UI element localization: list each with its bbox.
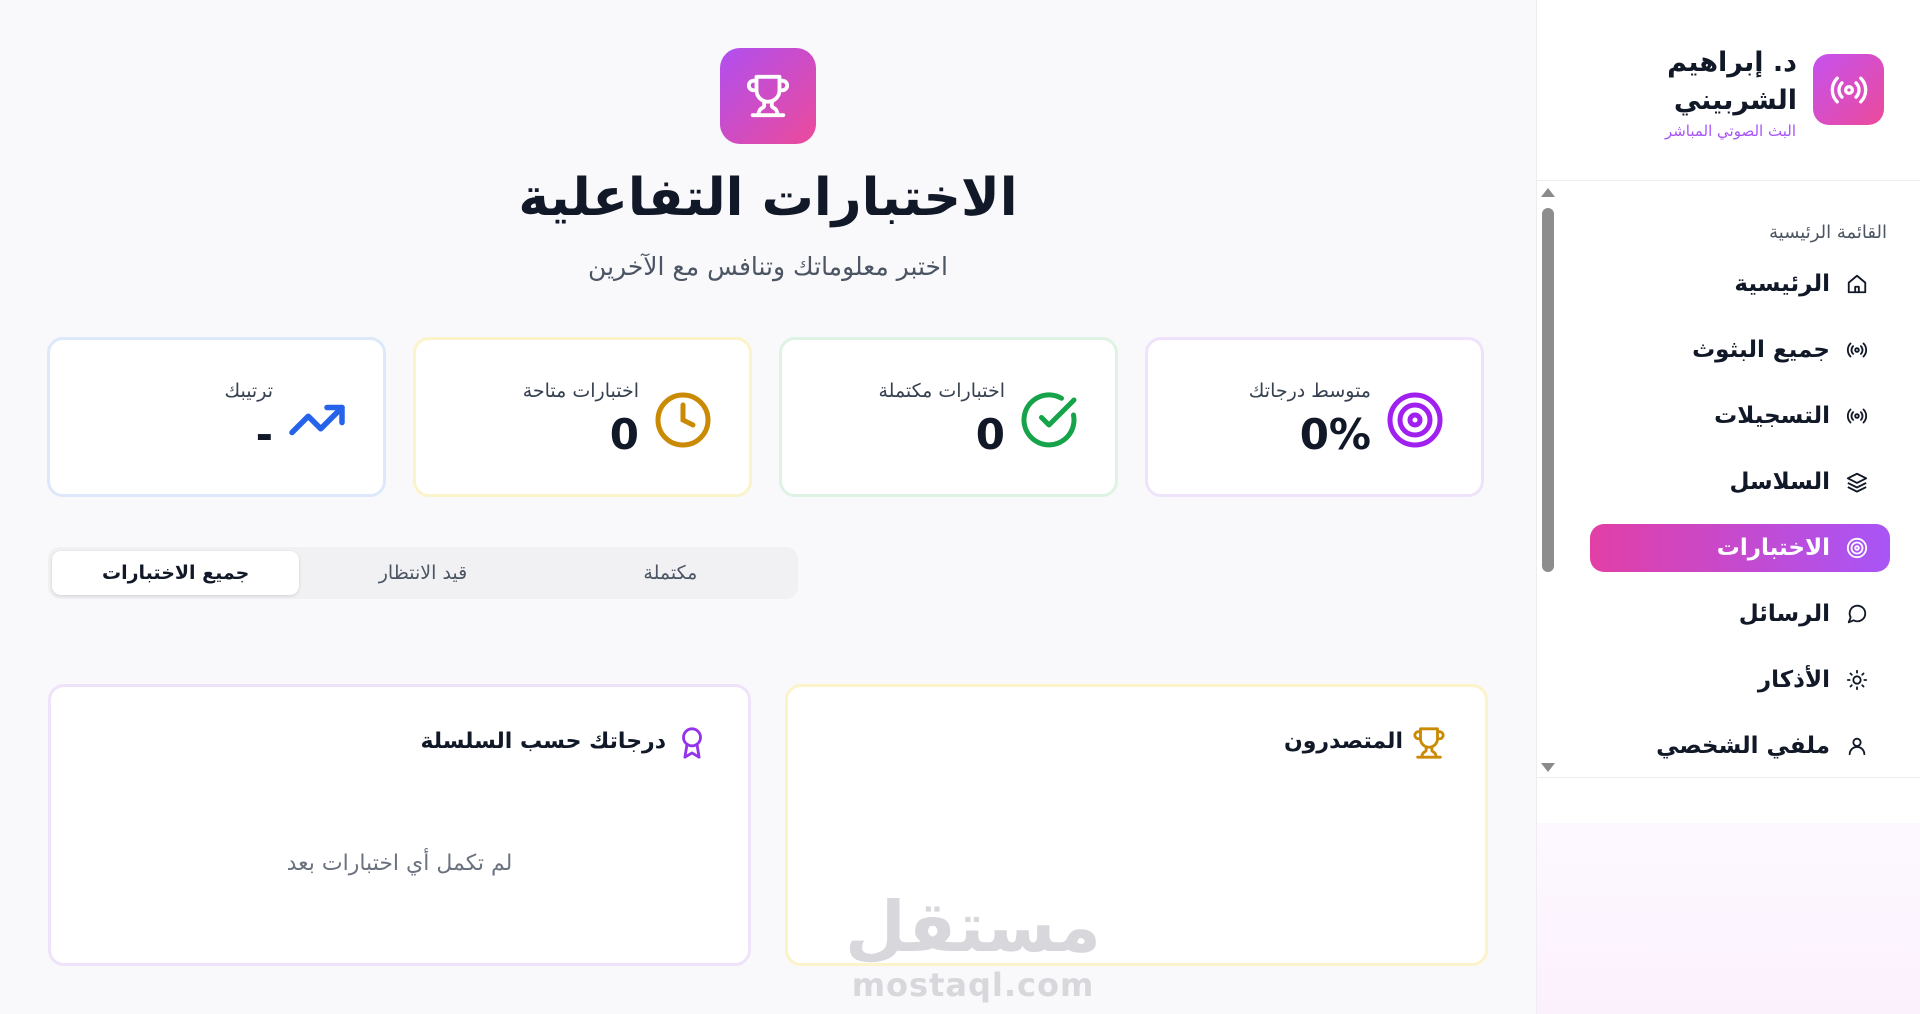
sidebar-item-adhkar[interactable]: الأذكار — [1590, 656, 1890, 704]
watermark-arabic: مستقل — [845, 886, 1102, 968]
user-icon — [1844, 733, 1870, 759]
sidebar-item-label: الرسائل — [1738, 601, 1830, 627]
sidebar-item-home[interactable]: الرئيسية — [1590, 260, 1890, 308]
stat-label: متوسط درجاتك — [1248, 380, 1371, 402]
panel-title: درجاتك حسب السلسلة — [420, 729, 666, 754]
stat-value: 0% — [1299, 410, 1371, 459]
award-icon — [674, 725, 710, 761]
sidebar-item-broadcasts[interactable]: جميع البثوث — [1590, 326, 1890, 374]
watermark-latin: mostaql.com — [851, 966, 1095, 1004]
panel-title: المتصدرون — [1283, 729, 1403, 754]
sidebar-item-label: التسجيلات — [1714, 403, 1830, 429]
message-icon — [1844, 601, 1870, 627]
sidebar-item-label: الاختبارات — [1716, 535, 1830, 561]
brand-name: د. إبراهيم الشربيني — [1667, 47, 1797, 116]
layers-icon — [1844, 469, 1870, 495]
trending-up-icon — [287, 390, 347, 450]
stat-card-rank: ترتيبك - — [47, 337, 386, 497]
sidebar-item-label: الرئيسية — [1734, 271, 1830, 297]
tab-pending[interactable]: قيد الانتظار — [299, 551, 546, 595]
scroll-up-arrow-icon[interactable] — [1541, 188, 1555, 197]
page-title: الاختبارات التفاعلية — [518, 168, 1018, 228]
target-icon — [1385, 390, 1445, 450]
page-subtitle: اختبر معلوماتك وتنافس مع الآخرين — [588, 252, 948, 281]
brand-subtitle: البث الصوتي المباشر — [1664, 122, 1796, 140]
target-icon — [1844, 535, 1870, 561]
sun-icon — [1844, 667, 1870, 693]
broadcast-icon — [1844, 403, 1870, 429]
stat-value: 0 — [975, 410, 1005, 459]
scroll-down-arrow-icon[interactable] — [1541, 763, 1555, 772]
nav-section-title: القائمة الرئيسية — [1769, 222, 1887, 243]
clock-icon — [653, 390, 713, 450]
home-icon — [1844, 271, 1870, 297]
trophy-icon — [720, 48, 816, 144]
quiz-filter-tabs: جميع الاختبارات قيد الانتظار مكتملة — [48, 547, 798, 599]
stat-label: اختبارات مكتملة — [878, 380, 1005, 402]
scrollbar-thumb[interactable] — [1542, 208, 1554, 572]
tab-all-quizzes[interactable]: جميع الاختبارات — [52, 551, 300, 595]
broadcast-icon[interactable] — [1813, 54, 1884, 125]
check-circle-icon — [1019, 390, 1079, 450]
sidebar-item-messages[interactable]: الرسائل — [1590, 590, 1890, 638]
stat-value: 0 — [609, 410, 639, 459]
stat-label: اختبارات متاحة — [522, 380, 639, 402]
stat-card-completed-quizzes: اختبارات مكتملة 0 — [779, 337, 1118, 497]
sidebar-item-profile[interactable]: ملفي الشخصي — [1590, 722, 1890, 770]
stat-card-available-quizzes: اختبارات متاحة 0 — [413, 337, 752, 497]
sidebar-item-label: ملفي الشخصي — [1656, 733, 1830, 759]
sidebar-nav: القائمة الرئيسية الرئيسية جميع البثوث ال… — [1537, 182, 1920, 778]
sidebar-item-label: الأذكار — [1757, 667, 1830, 693]
watermark: مستقل mostaql.com — [845, 888, 1101, 1004]
sidebar-item-label: السلاسل — [1729, 469, 1830, 495]
series-scores-panel: درجاتك حسب السلسلة لم تكمل أي اختبارات ب… — [48, 684, 751, 966]
trophy-icon — [1411, 725, 1447, 761]
sidebar-item-series[interactable]: السلاسل — [1590, 458, 1890, 506]
stat-label: ترتيبك — [224, 380, 273, 402]
sidebar-item-recordings[interactable]: التسجيلات — [1590, 392, 1890, 440]
sidebar-item-label: جميع البثوث — [1692, 337, 1830, 363]
empty-state-text: لم تكمل أي اختبارات بعد — [286, 851, 513, 876]
sidebar-brand: د. إبراهيم الشربيني البث الصوتي المباشر — [1537, 0, 1920, 181]
tab-completed[interactable]: مكتملة — [547, 551, 794, 595]
sidebar-item-quizzes[interactable]: الاختبارات — [1590, 524, 1890, 572]
broadcast-icon — [1844, 337, 1870, 363]
sidebar-scrollbar[interactable] — [1537, 182, 1559, 778]
sidebar-footer — [1537, 823, 1920, 1014]
stat-card-average-score: متوسط درجاتك 0% — [1145, 337, 1484, 497]
stat-value: - — [255, 410, 273, 459]
sidebar: د. إبراهيم الشربيني البث الصوتي المباشر … — [1536, 0, 1920, 1014]
